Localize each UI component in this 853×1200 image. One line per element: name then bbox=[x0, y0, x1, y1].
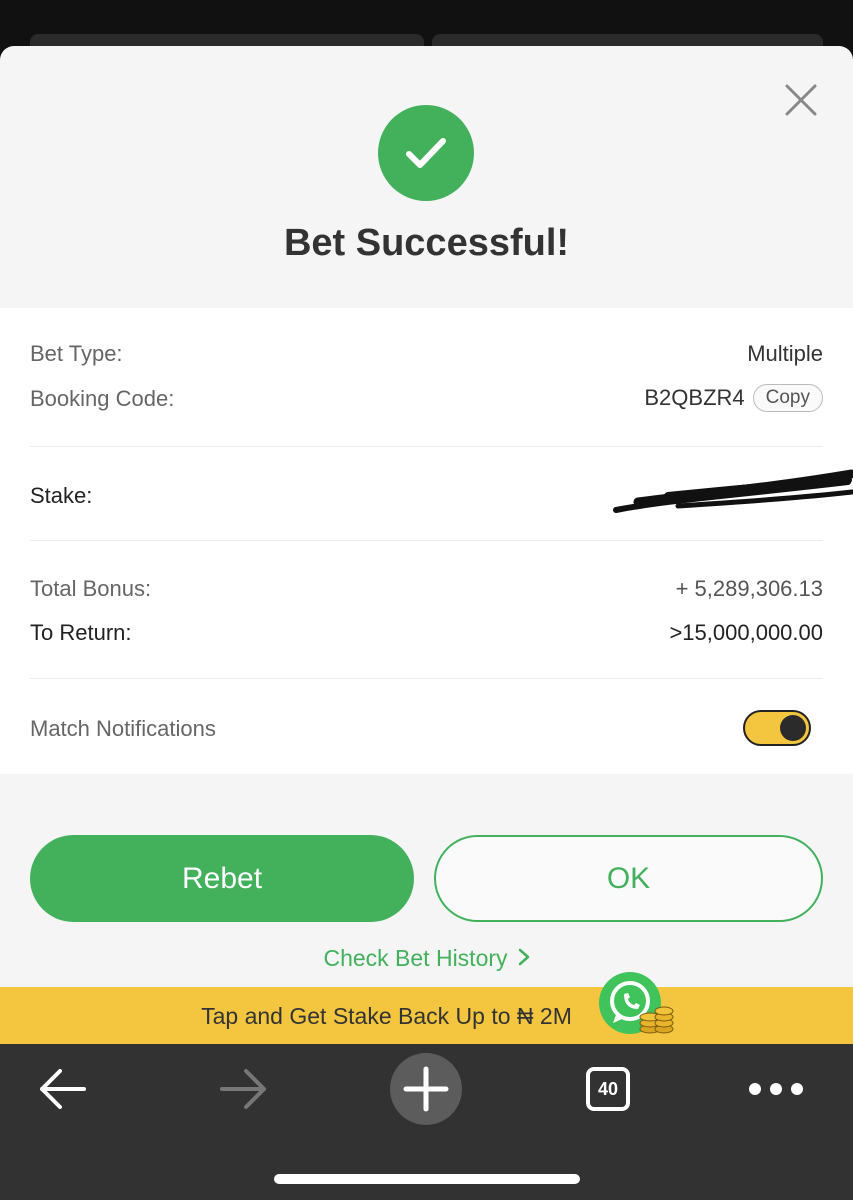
forward-arrow-icon bbox=[220, 1069, 266, 1109]
close-icon bbox=[785, 84, 817, 116]
booking-code-label: Booking Code: bbox=[30, 386, 175, 411]
whatsapp-icon[interactable] bbox=[598, 971, 676, 1037]
promo-banner[interactable]: Tap and Get Stake Back Up to ₦ 2M bbox=[0, 972, 853, 1044]
back-arrow-icon bbox=[40, 1069, 86, 1109]
booking-code-group: B2QBZR4 Copy bbox=[644, 384, 823, 413]
divider bbox=[30, 446, 823, 447]
bet-success-modal: Bet Successful! Bet Type: Multiple Booki… bbox=[0, 46, 853, 1044]
close-button[interactable] bbox=[783, 82, 819, 118]
divider bbox=[30, 678, 823, 679]
checkmark-icon bbox=[406, 138, 446, 168]
booking-code-value: B2QBZR4 bbox=[644, 385, 745, 411]
tab-count: 40 bbox=[597, 1078, 619, 1099]
chevron-right-icon bbox=[518, 945, 530, 972]
success-badge bbox=[378, 105, 474, 201]
plus-icon bbox=[390, 1053, 462, 1125]
stake-label: Stake: bbox=[30, 483, 93, 508]
toggle-knob bbox=[780, 715, 806, 741]
page-title: Bet Successful! bbox=[283, 222, 570, 264]
history-link-label: Check Bet History bbox=[323, 945, 508, 971]
new-tab-button[interactable] bbox=[388, 1051, 464, 1127]
more-icon bbox=[749, 1083, 803, 1095]
home-indicator bbox=[274, 1174, 580, 1184]
to-return-value: >15,000,000.00 bbox=[669, 620, 823, 645]
to-return-label: To Return: bbox=[30, 620, 132, 645]
notifications-label: Match Notifications bbox=[30, 716, 216, 741]
tabs-icon: 40 bbox=[586, 1067, 630, 1111]
redaction-scribble bbox=[613, 469, 853, 513]
bet-type-label: Bet Type: bbox=[30, 341, 123, 366]
bet-details: Bet Type: Multiple Booking Code: B2QBZR4… bbox=[0, 308, 853, 774]
divider bbox=[30, 540, 823, 541]
notifications-toggle[interactable] bbox=[743, 710, 811, 746]
back-button[interactable] bbox=[28, 1064, 98, 1114]
ok-button[interactable]: OK bbox=[434, 835, 823, 922]
total-bonus-value: + 5,289,306.13 bbox=[675, 576, 823, 601]
total-bonus-label: Total Bonus: bbox=[30, 576, 152, 601]
check-bet-history-link[interactable]: Check Bet History bbox=[0, 945, 853, 972]
more-button[interactable] bbox=[741, 1064, 811, 1114]
tabs-button[interactable]: 40 bbox=[573, 1064, 643, 1114]
forward-button[interactable] bbox=[208, 1064, 278, 1114]
copy-button[interactable]: Copy bbox=[752, 384, 823, 413]
rebet-button[interactable]: Rebet bbox=[30, 835, 414, 922]
bet-type-value: Multiple bbox=[747, 341, 823, 366]
